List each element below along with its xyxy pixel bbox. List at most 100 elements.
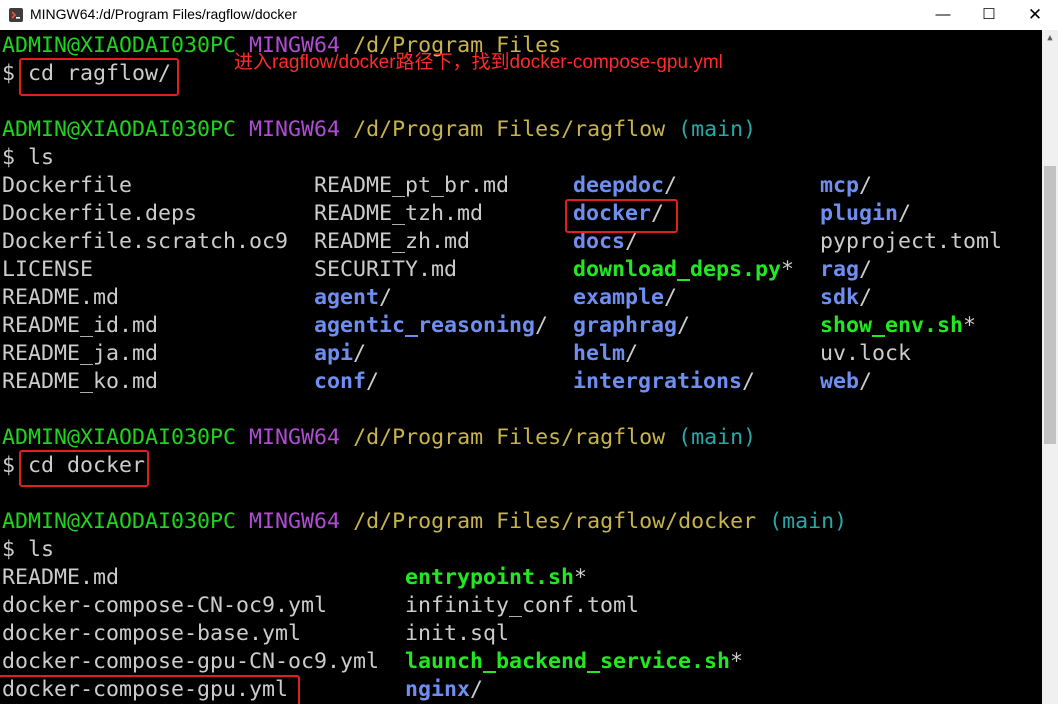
file-name: README_ko.md bbox=[2, 369, 159, 394]
file-entry: README.md bbox=[2, 564, 119, 592]
file-entry: README.md bbox=[2, 284, 119, 312]
file-suffix: / bbox=[859, 285, 873, 310]
file-name: infinity_conf.toml bbox=[405, 593, 640, 618]
file-suffix: / bbox=[859, 257, 873, 282]
file-name: web bbox=[820, 369, 860, 394]
scrollbar-thumb[interactable] bbox=[1044, 166, 1056, 444]
file-entry: download_deps.py* bbox=[573, 256, 794, 284]
file-name: download_deps.py bbox=[573, 257, 782, 282]
file-name: README_ja.md bbox=[2, 341, 159, 366]
close-button[interactable]: ✕ bbox=[1012, 0, 1058, 30]
file-entry: init.sql bbox=[405, 620, 509, 648]
file-name: init.sql bbox=[405, 621, 510, 646]
file-entry: docker-compose-base.yml bbox=[2, 620, 301, 648]
prompt-symbol: $ bbox=[2, 537, 29, 562]
file-suffix: / bbox=[677, 313, 691, 338]
file-name: README_id.md bbox=[2, 313, 159, 338]
file-suffix: / bbox=[664, 285, 678, 310]
file-entry: infinity_conf.toml bbox=[405, 592, 639, 620]
prompt-branch: (main) bbox=[678, 425, 757, 450]
file-name: mcp bbox=[820, 173, 860, 198]
command-text: ls bbox=[28, 537, 55, 562]
file-suffix: / bbox=[353, 341, 367, 366]
prompt-symbol: $ bbox=[2, 145, 29, 170]
file-entry: agentic_reasoning/ bbox=[314, 312, 548, 340]
prompt-branch: (main) bbox=[678, 117, 757, 142]
file-entry: docker-compose-CN-oc9.yml bbox=[2, 592, 327, 620]
minimize-button[interactable]: — bbox=[920, 0, 966, 30]
file-entry: show_env.sh* bbox=[820, 312, 976, 340]
file-entry: launch_backend_service.sh* bbox=[405, 648, 743, 676]
terminal-output[interactable]: ADMIN@XIAODAI030PC MINGW64 /d/Program Fi… bbox=[0, 32, 1042, 704]
file-name: graphrag bbox=[573, 313, 678, 338]
file-suffix: / bbox=[859, 173, 873, 198]
file-name: README.md bbox=[2, 285, 120, 310]
file-entry: Dockerfile.deps bbox=[2, 200, 197, 228]
file-entry: example/ bbox=[573, 284, 677, 312]
file-suffix: / bbox=[625, 341, 639, 366]
prompt-user: ADMIN@XIAODAI030PC bbox=[2, 117, 237, 142]
file-suffix: / bbox=[664, 173, 678, 198]
prompt-system: MINGW64 bbox=[249, 425, 341, 450]
file-entry: graphrag/ bbox=[573, 312, 690, 340]
command-text: ls bbox=[28, 145, 55, 170]
file-name: SECURITY.md bbox=[314, 257, 458, 282]
file-entry: SECURITY.md bbox=[314, 256, 457, 284]
prompt-line: ADMIN@XIAODAI030PC MINGW64 /d/Program Fi… bbox=[2, 508, 847, 536]
window-title: MINGW64:/d/Program Files/ragflow/docker bbox=[30, 6, 297, 22]
file-entry: mcp/ bbox=[820, 172, 872, 200]
file-entry: web/ bbox=[820, 368, 872, 396]
highlight-box-docker-dir bbox=[565, 199, 678, 233]
file-name: show_env.sh bbox=[820, 313, 964, 338]
prompt-system: MINGW64 bbox=[249, 509, 341, 534]
file-entry: nginx/ bbox=[405, 676, 483, 704]
file-entry: README_tzh.md bbox=[314, 200, 483, 228]
terminal-window: MINGW64:/d/Program Files/ragflow/docker … bbox=[0, 0, 1058, 704]
file-suffix: * bbox=[963, 313, 977, 338]
file-entry: LICENSE bbox=[2, 256, 93, 284]
file-name: intergrations bbox=[573, 369, 743, 394]
file-name: docker-compose-CN-oc9.yml bbox=[2, 593, 328, 618]
file-suffix: / bbox=[859, 369, 873, 394]
command-line: $ ls bbox=[2, 536, 54, 564]
file-name: pyproject.toml bbox=[820, 229, 1003, 254]
prompt-user: ADMIN@XIAODAI030PC bbox=[2, 509, 237, 534]
file-entry: agent/ bbox=[314, 284, 392, 312]
maximize-button[interactable]: ☐ bbox=[966, 0, 1012, 30]
prompt-path: /d/Program Files/ragflow/docker bbox=[353, 509, 757, 534]
vertical-scrollbar[interactable]: ▲ bbox=[1042, 30, 1058, 704]
highlight-box-cd-docker bbox=[19, 450, 149, 487]
file-name: LICENSE bbox=[2, 257, 94, 282]
file-entry: README_ja.md bbox=[2, 340, 158, 368]
file-name: Dockerfile bbox=[2, 173, 133, 198]
annotation-text: 进入ragflow/docker路径下，找到docker-compose-gpu… bbox=[234, 52, 723, 73]
file-suffix: * bbox=[781, 257, 795, 282]
scroll-up-arrow-icon[interactable]: ▲ bbox=[1042, 30, 1058, 46]
file-suffix: * bbox=[730, 649, 744, 674]
file-name: Dockerfile.deps bbox=[2, 201, 198, 226]
file-suffix: / bbox=[366, 369, 380, 394]
file-name: launch_backend_service.sh bbox=[405, 649, 731, 674]
file-entry: README_pt_br.md bbox=[314, 172, 509, 200]
file-name: plugin bbox=[820, 201, 899, 226]
file-name: README_zh.md bbox=[314, 229, 471, 254]
git-bash-icon bbox=[9, 8, 23, 22]
highlight-box-gpu-yml bbox=[0, 675, 300, 704]
file-entry: README_zh.md bbox=[314, 228, 470, 256]
prompt-user: ADMIN@XIAODAI030PC bbox=[2, 425, 237, 450]
file-entry: uv.lock bbox=[820, 340, 911, 368]
file-entry: api/ bbox=[314, 340, 366, 368]
title-bar[interactable]: MINGW64:/d/Program Files/ragflow/docker … bbox=[0, 0, 1058, 30]
file-entry: Dockerfile.scratch.oc9 bbox=[2, 228, 288, 256]
file-entry: sdk/ bbox=[820, 284, 872, 312]
file-name: deepdoc bbox=[573, 173, 665, 198]
file-name: docker-compose-base.yml bbox=[2, 621, 302, 646]
file-suffix: / bbox=[742, 369, 756, 394]
prompt-path: /d/Program Files/ragflow bbox=[353, 425, 666, 450]
file-suffix: * bbox=[574, 565, 588, 590]
file-name: example bbox=[573, 285, 665, 310]
highlight-box-cd-ragflow bbox=[19, 58, 179, 96]
file-name: agentic_reasoning bbox=[314, 313, 536, 338]
file-entry: pyproject.toml bbox=[820, 228, 1002, 256]
prompt-branch: (main) bbox=[769, 509, 848, 534]
